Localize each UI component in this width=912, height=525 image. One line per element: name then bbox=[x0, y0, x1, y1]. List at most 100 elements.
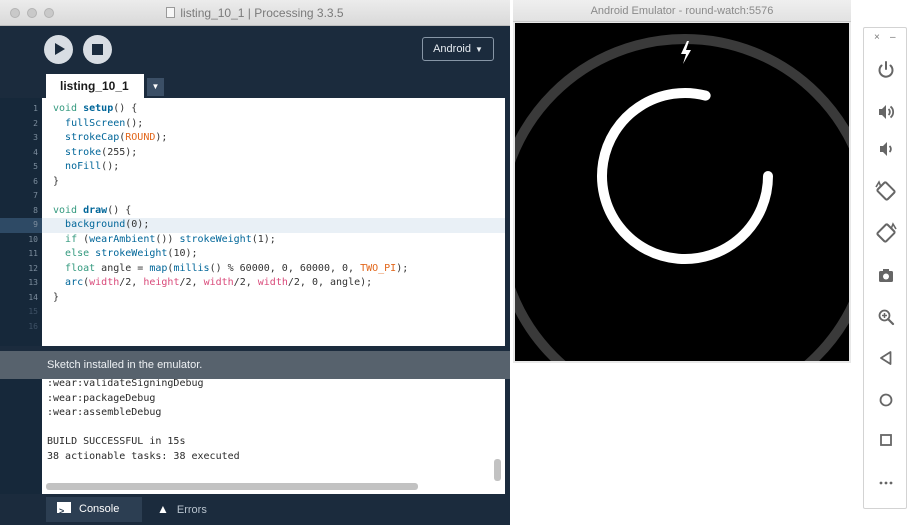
zoom-button[interactable] bbox=[873, 304, 899, 330]
code-line[interactable]: 12 float angle = map(millis() % 60000, 0… bbox=[0, 262, 505, 277]
console-line: :wear:assembleDebug bbox=[47, 407, 162, 418]
console-horizontal-scrollbar[interactable] bbox=[46, 483, 418, 490]
watch-bezel bbox=[515, 34, 849, 361]
code-text: noFill(); bbox=[53, 160, 119, 175]
screenshot-button[interactable] bbox=[873, 263, 899, 289]
minimize-icon[interactable]: – bbox=[890, 32, 896, 44]
code-line[interactable]: 1 void setup() { bbox=[0, 102, 505, 117]
code-line[interactable]: 11 else strokeWeight(10); bbox=[0, 247, 505, 262]
close-icon[interactable]: × bbox=[874, 32, 880, 44]
run-button[interactable] bbox=[44, 35, 73, 64]
code-token: strokeWeight bbox=[95, 248, 168, 259]
watch-face bbox=[515, 34, 849, 361]
code-text: void setup() { bbox=[53, 102, 137, 117]
code-token: width bbox=[203, 277, 234, 288]
tab-listing[interactable]: listing_10_1 bbox=[46, 74, 144, 98]
emulator-title[interactable]: Android Emulator - round-watch:5576 bbox=[513, 0, 851, 22]
code-token: (255); bbox=[101, 146, 138, 158]
line-number: 8 bbox=[33, 205, 38, 215]
code-line[interactable]: 6} bbox=[0, 175, 505, 190]
volume-up-button[interactable] bbox=[873, 99, 899, 125]
errors-tab[interactable]: ▲ Errors bbox=[147, 497, 225, 522]
stop-button[interactable] bbox=[83, 35, 112, 64]
code-token: ); bbox=[155, 132, 168, 143]
code-token: stroke bbox=[65, 146, 102, 158]
rotate-left-button[interactable] bbox=[873, 178, 899, 204]
home-circle-icon bbox=[879, 393, 893, 407]
code-line[interactable]: 8 void draw() { bbox=[0, 204, 505, 219]
code-line[interactable]: 3 strokeCap(ROUND); bbox=[0, 131, 505, 146]
code-line[interactable]: 5 noFill(); bbox=[0, 160, 505, 175]
line-number: 15 bbox=[28, 307, 38, 316]
line-number: 2 bbox=[33, 118, 38, 128]
code-editor[interactable]: 1 void setup() {2 fullScreen(); 3 strokeCa… bbox=[0, 98, 505, 346]
line-number: 9 bbox=[0, 218, 42, 233]
line-number: 5 bbox=[33, 162, 38, 171]
code-text: else strokeWeight(10); bbox=[53, 247, 197, 262]
code-line[interactable]: 2 fullScreen(); bbox=[0, 117, 505, 132]
code-token: void bbox=[53, 103, 78, 114]
more-dots-icon bbox=[879, 481, 893, 485]
code-line[interactable]: 10 if (wearAmbient()) strokeWeight(1); bbox=[0, 233, 505, 248]
code-token: /2, bbox=[233, 277, 258, 288]
code-token: angle = bbox=[95, 262, 150, 274]
code-token: float bbox=[65, 262, 96, 274]
code-token: else bbox=[65, 248, 90, 259]
code-text: } bbox=[53, 291, 59, 306]
code-line[interactable]: 4 stroke(255); bbox=[0, 146, 505, 161]
line-number: 1 bbox=[33, 104, 38, 113]
code-token: millis bbox=[173, 262, 210, 274]
code-text: fullScreen(); bbox=[53, 117, 143, 132]
code-token: map bbox=[149, 262, 168, 274]
processing-titlebar[interactable]: listing_10_1 | Processing 3.3.5 bbox=[0, 0, 510, 26]
console-vertical-scrollbar[interactable] bbox=[494, 459, 501, 481]
console-line: BUILD SUCCESSFUL in 15s bbox=[47, 436, 186, 447]
code-token: /2, bbox=[119, 277, 144, 288]
code-token: /2, 0, angle); bbox=[287, 277, 373, 288]
power-button[interactable] bbox=[873, 57, 899, 83]
progress-arc bbox=[597, 88, 773, 264]
mode-selector[interactable]: Android ▼ bbox=[422, 37, 494, 61]
code-line[interactable]: 7 bbox=[0, 189, 505, 204]
console-icon bbox=[57, 499, 71, 524]
window-title-text: listing_10_1 | Processing 3.3.5 bbox=[180, 6, 344, 20]
overview-button[interactable] bbox=[873, 427, 899, 453]
code-text: float angle = map(millis() % 60000, 0, 6… bbox=[53, 262, 408, 277]
volume-up-icon bbox=[879, 105, 895, 119]
console-output: :wear:validateSigningDebug:wear:packageD… bbox=[47, 379, 240, 464]
code-token: (); bbox=[101, 161, 120, 172]
code-line[interactable]: 15 bbox=[0, 305, 505, 320]
code-token: () { bbox=[113, 103, 138, 114]
code-token: } bbox=[53, 291, 60, 303]
code-token: ( bbox=[77, 233, 90, 245]
code-line[interactable]: 13 arc(width/2, height/2, width/2, width… bbox=[0, 276, 505, 291]
volume-down-button[interactable] bbox=[873, 136, 899, 162]
more-button[interactable] bbox=[873, 470, 899, 496]
tab-menu-button[interactable]: ▼ bbox=[147, 78, 164, 96]
code-line[interactable]: 9 background(0); bbox=[0, 218, 505, 233]
rotate-right-button[interactable] bbox=[873, 220, 899, 246]
code-token: if bbox=[65, 233, 78, 245]
watch-screen[interactable] bbox=[515, 23, 849, 361]
code-token: (); bbox=[125, 117, 144, 129]
line-number: 12 bbox=[28, 263, 38, 273]
code-line[interactable]: 14} bbox=[0, 291, 505, 306]
code-line[interactable]: 16 bbox=[0, 320, 505, 335]
console-panel[interactable]: :wear:validateSigningDebug:wear:packageD… bbox=[0, 379, 505, 494]
code-token: /2, bbox=[179, 277, 204, 288]
console-tab[interactable]: Console bbox=[46, 497, 142, 524]
emulator-controls: × – bbox=[863, 27, 907, 509]
line-number: 14 bbox=[28, 292, 38, 302]
code-text: background(0); bbox=[53, 218, 149, 233]
home-button[interactable] bbox=[873, 387, 899, 413]
back-button[interactable] bbox=[873, 345, 899, 371]
line-number: 4 bbox=[33, 147, 38, 157]
rotate-left-icon bbox=[875, 180, 896, 201]
code-text: strokeCap(ROUND); bbox=[53, 131, 167, 146]
